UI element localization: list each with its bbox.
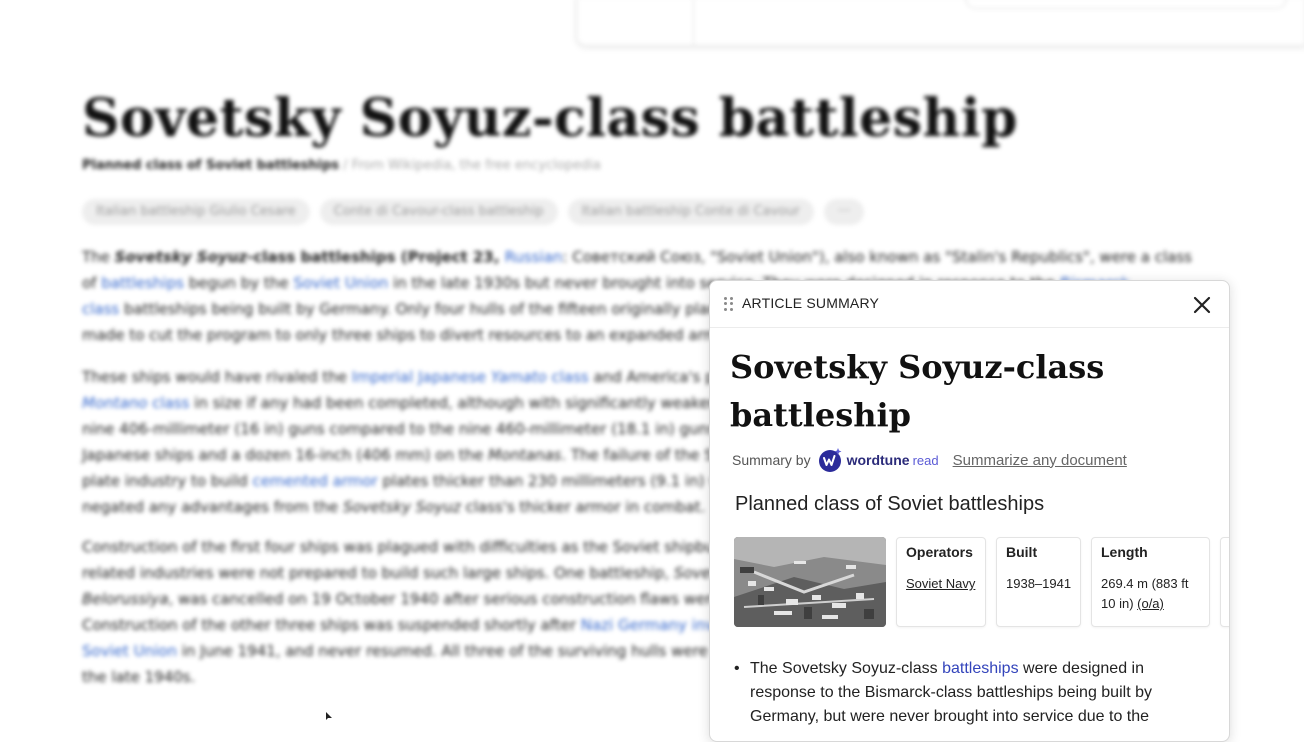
panel-header-title: ARTICLE SUMMARY (742, 295, 880, 311)
battleship-photo (734, 537, 886, 627)
link-battleships[interactable]: battleships (101, 274, 184, 292)
link-soviet-union-2[interactable]: Soviet Union (82, 642, 177, 660)
summary-bullet: The Sovetsky Soyuz-class battleships wer… (734, 657, 1204, 729)
summarize-any-document-link[interactable]: Summarize any document (953, 452, 1127, 469)
infobox-label: Operators (906, 544, 973, 560)
related-chips: Italian battleship Giulio Cesare Conte d… (82, 199, 865, 225)
infobox-card-partial (1220, 537, 1229, 627)
close-icon (1193, 296, 1211, 314)
more-chips-button[interactable]: ··· (823, 199, 865, 225)
summary-by-label: Summary by (732, 452, 811, 468)
wordtune-brand-name: wordtune (846, 452, 910, 468)
oa-link[interactable]: (o/a) (1137, 596, 1164, 611)
infobox-value: 1938–1941 (1006, 576, 1072, 591)
close-button[interactable] (1190, 293, 1214, 317)
infobox-card-operators: Operators Soviet Navy (896, 537, 986, 627)
drag-handle-icon[interactable] (724, 297, 734, 311)
toolbar-divider (693, 0, 694, 45)
infobox-value: 269.4 m (883 ft 10 in) (o/a) (1101, 576, 1189, 611)
toolbar-search[interactable] (965, 0, 1287, 9)
related-chip[interactable]: Conte di Cavour-class battleship (319, 199, 558, 225)
link-imperial-japanese[interactable]: Imperial Japanese (352, 368, 491, 386)
related-chip[interactable]: Italian battleship Giulio Cesare (82, 199, 310, 225)
summary-title: Sovetsky Soyuz-class battleship (730, 348, 1105, 434)
panel-header: ARTICLE SUMMARY (710, 281, 1229, 328)
wordtune-brand-suffix: read (912, 452, 939, 468)
link-class[interactable]: class (82, 300, 119, 318)
article-subtitle-source: / From Wikipedia, the free encyclopedia (339, 158, 601, 173)
link-russian[interactable]: Russian (505, 248, 563, 266)
wordtune-logo: wordtune read (817, 447, 939, 473)
link-montana-class[interactable]: class (147, 394, 189, 412)
top-toolbar (576, 0, 1304, 46)
article-subtitle-main: Planned class of Soviet battleships (82, 158, 340, 173)
article-summary-panel: ARTICLE SUMMARY Sovetsky Soyuz-class bat… (709, 280, 1230, 742)
article-subtitle: Planned class of Soviet battleships / Fr… (82, 158, 601, 173)
link-montana[interactable]: Montano (82, 394, 147, 412)
related-chip[interactable]: Italian battleship Conte di Cavour (567, 199, 814, 225)
operators-link[interactable]: Soviet Navy (906, 574, 979, 594)
wordtune-icon (818, 448, 842, 472)
infobox-card-built: Built 1938–1941 (996, 537, 1081, 627)
link-soviet-union[interactable]: Soviet Union (293, 274, 388, 292)
link-yamato-class[interactable]: class (547, 368, 589, 386)
infobox-label: Length (1101, 544, 1148, 560)
summary-bullets: The Sovetsky Soyuz-class battleships wer… (734, 657, 1204, 729)
infobox-label: Built (1006, 544, 1038, 560)
link-cemented-armor[interactable]: cemented armor (252, 472, 377, 490)
link-battleships-summary[interactable]: battleships (942, 660, 1019, 677)
infobox-card-length: Length 269.4 m (883 ft 10 in) (o/a) (1091, 537, 1210, 627)
summary-attribution: Summary by wordtune read Summarize any do… (732, 447, 1127, 473)
mouse-cursor-icon (326, 712, 332, 720)
summary-subtitle: Planned class of Soviet battleships (735, 493, 1045, 515)
article-title: Sovetsky Soyuz-class battleship (82, 88, 1018, 149)
link-yamato[interactable]: Yamato (491, 368, 547, 386)
